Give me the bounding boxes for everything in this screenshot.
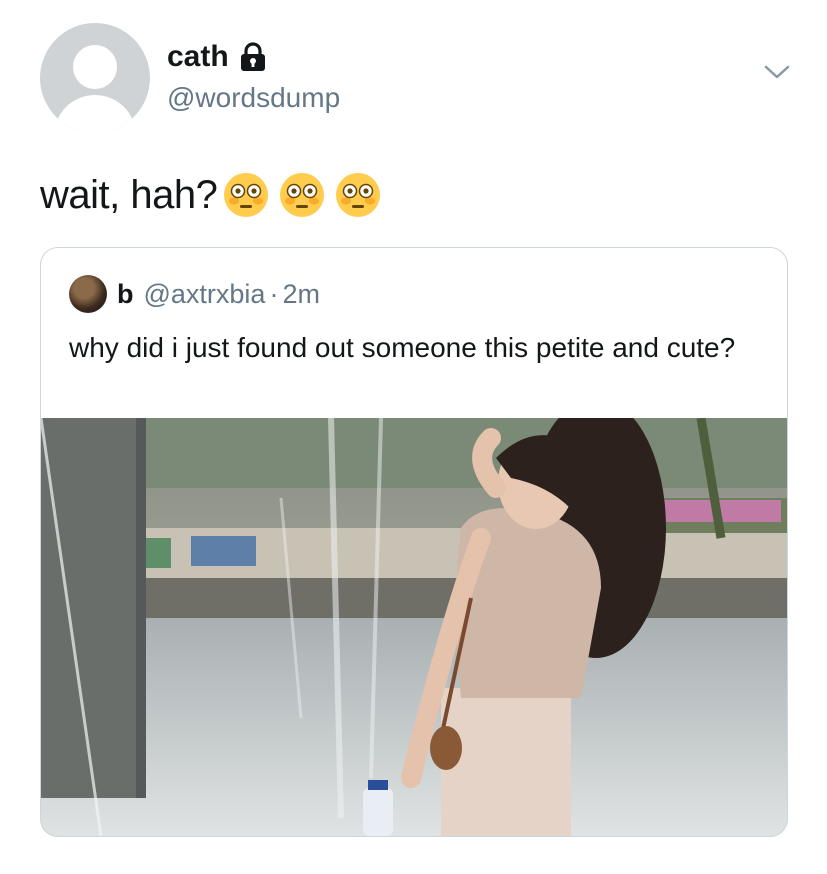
quoted-user-avatar[interactable] [69, 275, 107, 313]
meta-separator: · [269, 278, 279, 309]
flushed-face-icon [336, 173, 381, 217]
quoted-timestamp: 2m [282, 278, 320, 309]
chevron-down-icon[interactable] [763, 62, 791, 82]
emoji-group [221, 170, 383, 220]
tweet-body: wait, hah? [40, 170, 383, 220]
quoted-display-name: b [117, 278, 134, 309]
user-handle[interactable]: @wordsdump [167, 82, 340, 114]
quoted-tweet-header: b @axtrxbia · 2m [69, 275, 320, 313]
quoted-handle: @axtrxbia [143, 278, 266, 309]
avatar-head-shape [73, 45, 117, 89]
user-name-row: cath [167, 40, 267, 74]
user-avatar[interactable] [40, 23, 150, 133]
tweet-text: wait, hah? [40, 172, 218, 217]
flushed-face-icon [280, 173, 325, 217]
flushed-face-icon [224, 173, 269, 217]
quoted-tweet-text: why did i just found out someone this pe… [69, 332, 736, 363]
avatar-body-shape [54, 95, 136, 133]
display-name[interactable]: cath [167, 40, 229, 74]
quoted-tweet-photo[interactable] [41, 418, 787, 836]
quoted-tweet-card[interactable]: b @axtrxbia · 2m why did i just found ou… [40, 247, 788, 837]
lock-icon [240, 42, 265, 71]
